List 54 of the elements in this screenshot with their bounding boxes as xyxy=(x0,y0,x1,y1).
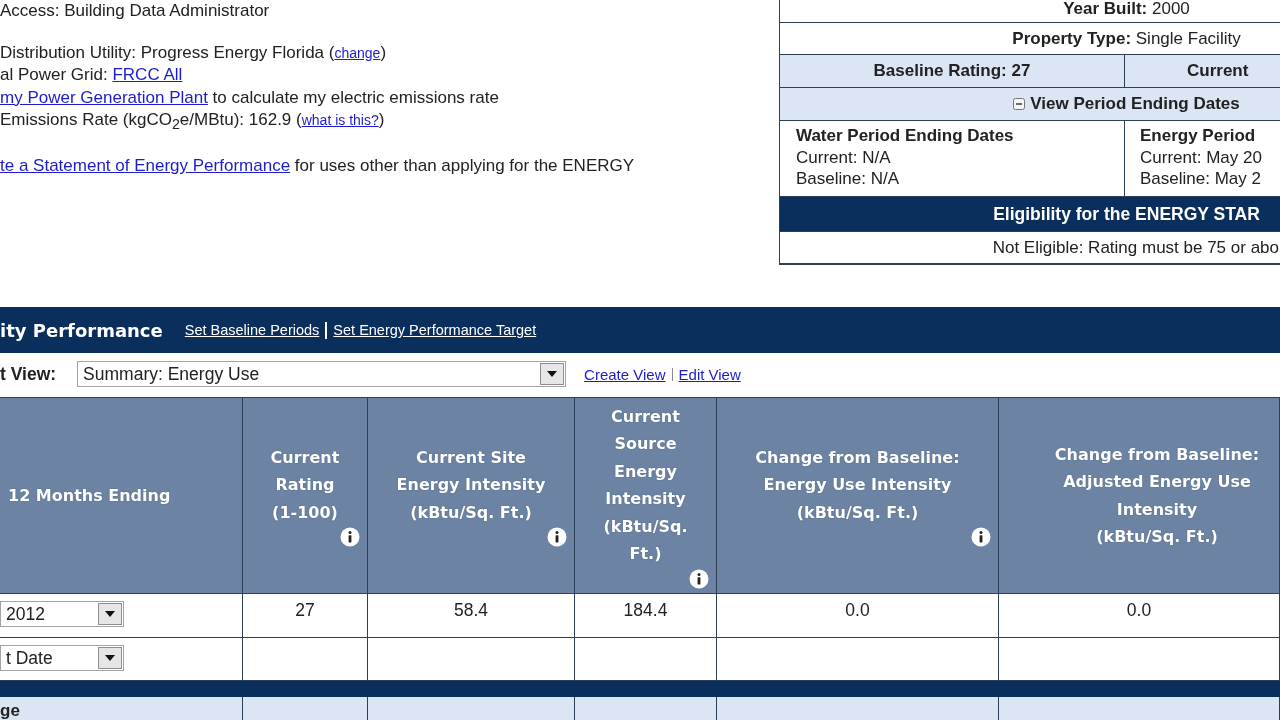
link[interactable]: what is this? xyxy=(301,112,379,128)
link[interactable]: Set Baseline Periods xyxy=(184,322,320,338)
table-cell: ge xyxy=(0,697,243,720)
period-toggle-label[interactable]: View Period Ending Dates xyxy=(1030,94,1240,114)
rating-text: Current xyxy=(1187,61,1249,81)
info-line: Distribution Utility: Progress Energy Florida (change) xyxy=(0,41,388,64)
info-icon[interactable] xyxy=(547,527,567,548)
column-title: Current Source Energy Intensity (kBtu/Sq. Ft.) xyxy=(602,405,689,565)
caret-down-icon[interactable] xyxy=(540,363,565,385)
rating-text: Baseline Rating: 27 xyxy=(873,61,1031,81)
info-icon[interactable] xyxy=(971,527,991,548)
period-title: Energy Period xyxy=(1140,125,1257,147)
period-select[interactable]: 2012 xyxy=(0,601,124,627)
link[interactable]: Edit View xyxy=(678,365,741,383)
view-select[interactable]: Summary: Energy Use xyxy=(77,361,567,387)
link[interactable]: FRCC All xyxy=(112,65,183,84)
property-type-text: Property Type: Single Facility xyxy=(1012,29,1241,48)
link[interactable]: change xyxy=(334,44,381,61)
period-date-text: Baseline: N/A xyxy=(796,168,900,190)
period-title: Water Period Ending Dates xyxy=(796,125,1015,147)
column-title: 12 Months Ending xyxy=(8,484,171,507)
link[interactable]: Set Energy Performance Target xyxy=(333,322,537,338)
year-built-text: Year Built: 2000 xyxy=(1063,0,1190,18)
link[interactable]: my Power Generation Plant xyxy=(0,87,208,107)
column-title: Current Rating (1-100) xyxy=(269,446,341,524)
eligibility-title: Eligibility for the ENERGY STAR xyxy=(993,203,1260,225)
info-line: Emissions Rate (kgCO$_{2}$e/MBtu): 162.9 (what is this?) xyxy=(0,109,386,135)
column-title: Change from Baseline: Adjusted Energy Use Intensity (kBtu/Sq. Ft.) xyxy=(1053,443,1261,548)
caret-down-icon[interactable] xyxy=(98,647,122,669)
info-icon[interactable] xyxy=(689,568,709,589)
table-cell: 27 xyxy=(243,594,368,638)
info-icon[interactable] xyxy=(340,527,360,548)
info-line: te a Statement of Energy Performance for uses other than applying for the ENERGY xyxy=(0,154,636,177)
period-select[interactable]: t Date xyxy=(0,645,124,671)
view-label: t View: xyxy=(0,363,57,385)
period-date-text: Current: N/A xyxy=(796,146,892,168)
eligibility-status-text: Not Eligible: Rating must be 75 or abo xyxy=(992,237,1279,258)
link[interactable]: te a Statement of Energy Performance xyxy=(0,155,291,175)
link[interactable]: Create View xyxy=(584,365,666,383)
table-cell: 0.0 xyxy=(717,594,999,638)
column-title: Change from Baseline: Energy Use Intensity (kBtu/Sq. Ft.) xyxy=(754,446,961,524)
column-title: Current Site Energy Intensity (kBtu/Sq. Ft.) xyxy=(395,446,547,524)
period-date-text: Current: May 20 xyxy=(1140,146,1263,168)
info-line: my Power Generation Plant to calculate my electric emissions rate xyxy=(0,86,500,109)
period-toggle-bar[interactable]: View Period Ending Dates xyxy=(780,88,1280,121)
collapse-icon[interactable] xyxy=(1013,98,1026,110)
caret-down-icon[interactable] xyxy=(98,603,122,625)
table-cell: 58.4 xyxy=(368,594,575,638)
info-line: al Power Grid: FRCC All xyxy=(0,64,184,86)
info-line: Access: Building Data Administrator xyxy=(0,0,271,22)
table-cell: 184.4 xyxy=(575,594,717,638)
section-title: ity Performance xyxy=(0,319,163,341)
period-date-text: Baseline: May 2 xyxy=(1140,168,1262,190)
table-cell: 0.0 xyxy=(999,594,1280,638)
